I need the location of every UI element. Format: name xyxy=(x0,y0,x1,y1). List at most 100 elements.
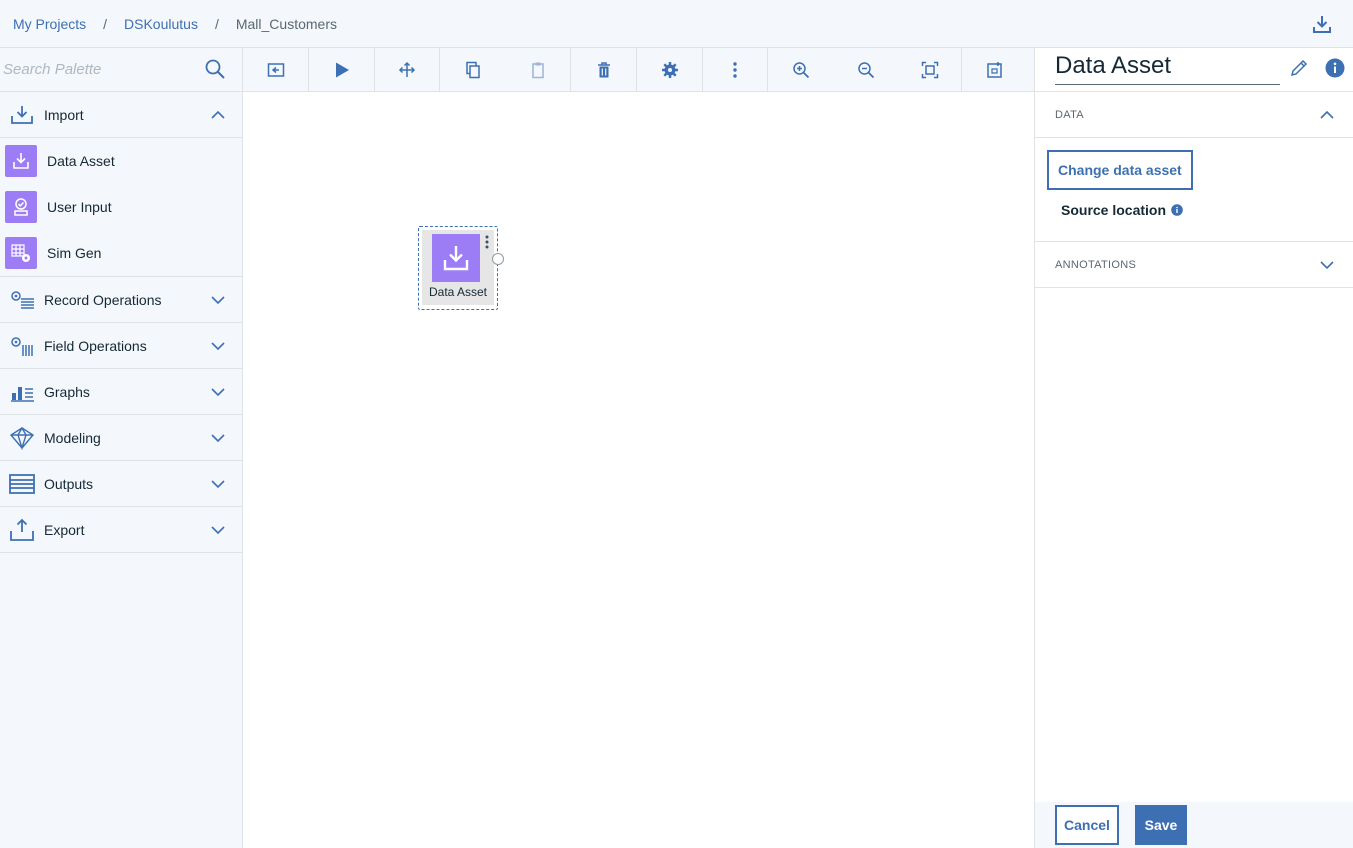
annotations-section-header[interactable]: ANNOTATIONS xyxy=(1035,242,1353,288)
data-section-header[interactable]: DATA xyxy=(1035,92,1353,138)
breadcrumb: My Projects / DSKoulutus / Mall_Customer… xyxy=(0,16,337,32)
zoom-in-button[interactable] xyxy=(768,48,834,92)
canvas-toolbar xyxy=(243,48,1034,92)
palette-category-label: Modeling xyxy=(44,429,101,446)
save-button[interactable]: Save xyxy=(1135,805,1187,845)
flow-canvas[interactable]: Data Asset xyxy=(243,92,1034,848)
search-icon[interactable] xyxy=(204,58,226,80)
top-bar: My Projects / DSKoulutus / Mall_Customer… xyxy=(0,0,1353,48)
data-section-body: Change data asset Source location xyxy=(1035,138,1353,242)
delete-icon xyxy=(597,62,610,78)
palette-node-user-input[interactable]: User Input xyxy=(0,184,242,230)
zoom-out-icon xyxy=(858,62,875,79)
record-operations-icon xyxy=(8,288,36,312)
palette-category-label: Graphs xyxy=(44,383,90,400)
change-data-asset-button[interactable]: Change data asset xyxy=(1047,150,1193,190)
breadcrumb-project[interactable]: DSKoulutus xyxy=(124,16,198,32)
chevron-down-icon[interactable] xyxy=(210,522,226,538)
copy-button[interactable] xyxy=(440,48,505,92)
paste-button[interactable] xyxy=(505,48,571,92)
breadcrumb-separator: / xyxy=(103,15,108,32)
run-button[interactable] xyxy=(309,48,375,92)
fit-to-screen-icon xyxy=(921,61,938,79)
more-options-button[interactable] xyxy=(703,48,768,92)
sim-gen-icon xyxy=(5,237,37,269)
properties-panel: Data Asset DATA Change data asset Source… xyxy=(1034,48,1353,848)
annotations-section-label: ANNOTATIONS xyxy=(1055,258,1137,271)
auto-arrange-button[interactable] xyxy=(375,48,440,92)
toggle-palette-button[interactable] xyxy=(243,48,309,92)
palette-node-sim-gen[interactable]: Sim Gen xyxy=(0,230,242,276)
data-asset-icon xyxy=(432,234,480,282)
breadcrumb-separator: / xyxy=(214,15,219,32)
palette-category-export[interactable]: Export xyxy=(0,507,242,553)
field-operations-icon xyxy=(8,334,36,358)
output-port[interactable] xyxy=(492,253,504,265)
palette-category-modeling[interactable]: Modeling xyxy=(0,415,242,461)
properties-header: Data Asset xyxy=(1035,48,1353,92)
palette-category-outputs[interactable]: Outputs xyxy=(0,461,242,507)
comment-icon xyxy=(987,62,1002,78)
palette-category-label: Outputs xyxy=(44,475,94,492)
properties-footer: Cancel Save xyxy=(1035,802,1353,848)
info-icon[interactable] xyxy=(1171,204,1183,216)
chevron-down-icon[interactable] xyxy=(1319,257,1335,273)
settings-button[interactable] xyxy=(637,48,703,92)
palette-category-field-operations[interactable]: Field Operations xyxy=(0,323,242,369)
run-icon xyxy=(335,62,349,78)
source-location-label: Source location xyxy=(1061,202,1167,218)
chevron-up-icon[interactable] xyxy=(210,107,226,123)
settings-icon xyxy=(661,62,678,78)
zoom-out-button[interactable] xyxy=(834,48,898,92)
palette-search xyxy=(0,48,242,92)
auto-arrange-icon xyxy=(398,61,416,77)
palette-category-label: Record Operations xyxy=(44,291,162,308)
toggle-palette-icon xyxy=(267,63,284,77)
chevron-down-icon[interactable] xyxy=(210,292,226,308)
import-icon xyxy=(8,103,36,127)
node-menu-icon[interactable] xyxy=(485,235,489,249)
palette-category-record-operations[interactable]: Record Operations xyxy=(0,277,242,323)
data-section-label: DATA xyxy=(1055,108,1084,121)
paste-icon xyxy=(531,62,544,79)
export-icon xyxy=(8,518,36,542)
outputs-icon xyxy=(8,472,36,496)
data-asset-icon xyxy=(5,145,37,177)
chevron-down-icon[interactable] xyxy=(210,384,226,400)
chevron-down-icon[interactable] xyxy=(210,430,226,446)
palette-category-label: Import xyxy=(44,106,84,123)
properties-title[interactable]: Data Asset xyxy=(1055,52,1280,85)
palette-node-data-asset[interactable]: Data Asset xyxy=(0,138,242,184)
cancel-button[interactable]: Cancel xyxy=(1055,805,1119,845)
breadcrumb-my-projects[interactable]: My Projects xyxy=(13,16,86,32)
palette-category-label: Export xyxy=(44,521,85,538)
info-icon[interactable] xyxy=(1325,58,1345,78)
palette-category-label: Field Operations xyxy=(44,337,147,354)
download-icon[interactable] xyxy=(1311,13,1333,35)
chevron-down-icon[interactable] xyxy=(210,476,226,492)
comment-button[interactable] xyxy=(962,48,1028,92)
palette-node-label: Data Asset xyxy=(47,153,115,169)
source-location: Source location xyxy=(1061,202,1183,218)
fit-to-screen-button[interactable] xyxy=(898,48,962,92)
user-input-icon xyxy=(5,191,37,223)
chevron-up-icon[interactable] xyxy=(1319,107,1335,123)
modeling-icon xyxy=(8,426,36,450)
palette-category-graphs[interactable]: Graphs xyxy=(0,369,242,415)
palette-search-input[interactable] xyxy=(3,61,193,78)
graphs-icon xyxy=(8,380,36,404)
canvas-node-label: Data Asset xyxy=(428,285,488,299)
zoom-in-icon xyxy=(793,62,810,79)
palette-node-label: Sim Gen xyxy=(47,245,102,261)
delete-button[interactable] xyxy=(571,48,637,92)
breadcrumb-current: Mall_Customers xyxy=(235,15,337,32)
chevron-down-icon[interactable] xyxy=(210,338,226,354)
palette-category-import[interactable]: Import xyxy=(0,92,242,138)
more-icon xyxy=(733,62,737,78)
edit-icon[interactable] xyxy=(1289,58,1309,78)
import-node-list: Data Asset User Input Sim Gen xyxy=(0,138,242,277)
palette-node-label: User Input xyxy=(47,199,112,215)
node-palette: Import Data Asset User Input Sim Gen Rec… xyxy=(0,48,243,848)
canvas-node-data-asset[interactable]: Data Asset xyxy=(418,226,504,310)
copy-icon xyxy=(465,61,480,79)
